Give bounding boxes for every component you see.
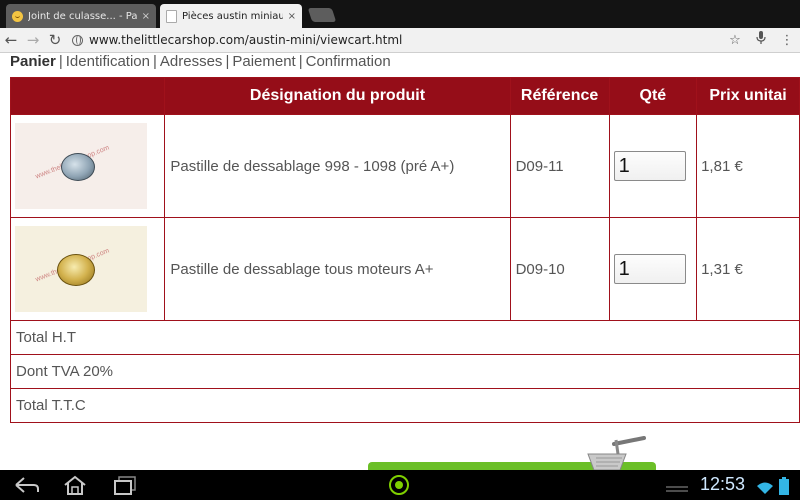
product-reference: D09-10: [509, 217, 610, 321]
bookmark-star-icon[interactable]: ☆: [722, 33, 748, 48]
close-tab-icon[interactable]: ×: [142, 11, 150, 22]
total-ttc-label: Total T.T.C: [10, 388, 800, 423]
col-header-unit-price: Prix unitai: [696, 77, 800, 115]
back-icon[interactable]: [12, 474, 40, 496]
back-arrow-icon[interactable]: ←: [0, 31, 22, 49]
table-row: www.thelittlecarshop.com Pastille de des…: [9, 114, 800, 218]
microphone-icon[interactable]: [748, 31, 774, 49]
close-tab-icon[interactable]: ×: [288, 11, 296, 22]
address-bar[interactable]: www.thelittlecarshop.com/austin-mini/vie…: [72, 30, 722, 50]
product-designation[interactable]: Pastille de dessablage 998 - 1098 (pré A…: [164, 114, 511, 218]
cart-table: Désignation du produit Référence Qté Pri…: [9, 77, 800, 423]
new-tab-button[interactable]: [307, 8, 337, 22]
recent-apps-icon[interactable]: [112, 474, 138, 496]
total-ttc-row: Total T.T.C: [10, 388, 800, 423]
clock[interactable]: 12:53: [700, 474, 745, 495]
page-favicon-icon: [166, 9, 177, 23]
url-text[interactable]: www.thelittlecarshop.com/austin-mini/vie…: [89, 33, 402, 47]
reload-icon[interactable]: ↻: [44, 31, 66, 49]
table-row: www.thelittlecarshop.com Pastille de des…: [9, 217, 800, 321]
browser-tab-strip: Joint de culasse... - Pa × Pièces austin…: [0, 0, 800, 28]
col-header-image: [9, 77, 166, 115]
app-launcher-icon[interactable]: [389, 475, 409, 495]
tab-title: Joint de culasse... - Pa: [28, 10, 137, 22]
quantity-input[interactable]: [613, 151, 686, 181]
separator: |: [58, 53, 63, 70]
col-header-reference: Référence: [509, 77, 610, 115]
gold-plug-image: [57, 254, 95, 286]
col-header-designation: Désignation du produit: [164, 77, 511, 115]
checkout-breadcrumb: Panier | Identification | Adresses | Paiement |…: [10, 53, 391, 70]
shopping-cart-icon: [587, 436, 646, 471]
step-adresses[interactable]: Adresses: [160, 53, 223, 70]
quantity-input[interactable]: [613, 254, 686, 284]
table-header-row: Désignation du produit Référence Qté Pri…: [9, 77, 800, 115]
product-image-cell: www.thelittlecarshop.com: [9, 217, 166, 321]
product-image-cell: www.thelittlecarshop.com: [9, 114, 166, 218]
separator: |: [298, 53, 303, 70]
product-image-silver-plug[interactable]: www.thelittlecarshop.com: [15, 123, 147, 209]
product-designation[interactable]: Pastille de dessablage tous moteurs A+: [164, 217, 511, 321]
tva-label: Dont TVA 20%: [10, 354, 800, 389]
total-ht-row: Total H.T: [10, 320, 800, 355]
qty-cell: [608, 114, 698, 218]
notification-lines-icon[interactable]: [664, 479, 690, 501]
col-header-qty: Qté: [608, 77, 698, 115]
forward-arrow-icon[interactable]: →: [22, 31, 44, 49]
total-ht-label: Total H.T: [10, 320, 800, 355]
step-identification[interactable]: Identification: [66, 53, 150, 70]
step-panier: Panier: [10, 53, 56, 70]
unit-price: 1,31 €: [696, 217, 800, 321]
step-paiement[interactable]: Paiement: [232, 53, 295, 70]
battery-icon: [779, 477, 789, 495]
wifi-icon: [757, 482, 773, 494]
separator: |: [225, 53, 230, 70]
separator: |: [153, 53, 157, 70]
tab-joint-de-culasse[interactable]: Joint de culasse... - Pa ×: [6, 4, 156, 28]
system-navigation-bar: 12:53: [0, 470, 800, 500]
home-icon[interactable]: [62, 474, 88, 496]
microphone-icon-svg: [756, 31, 766, 44]
smiley-favicon-icon: [12, 10, 23, 22]
product-reference: D09-11: [509, 114, 610, 218]
menu-icon[interactable]: ⋮: [774, 33, 800, 48]
qty-cell: [608, 217, 698, 321]
step-confirmation[interactable]: Confirmation: [306, 53, 391, 70]
silver-plug-image: [61, 153, 95, 181]
globe-icon: [72, 34, 83, 46]
tva-row: Dont TVA 20%: [10, 354, 800, 389]
tab-pieces-austin-mini[interactable]: Pièces austin miniausti ×: [160, 4, 302, 28]
product-image-gold-plug[interactable]: www.thelittlecarshop.com: [15, 226, 147, 312]
unit-price: 1,81 €: [696, 114, 800, 218]
browser-toolbar: ← → ↻ www.thelittlecarshop.com/austin-mi…: [0, 28, 800, 53]
tab-title: Pièces austin miniausti: [182, 10, 283, 22]
